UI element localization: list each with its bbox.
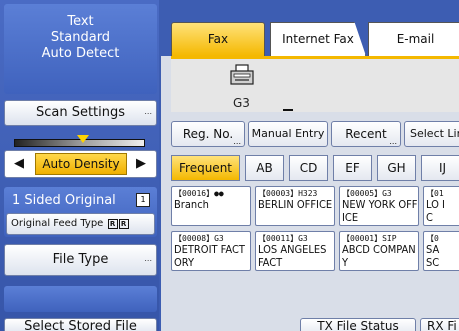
destination-name: LOS ANGELES FACT <box>258 243 327 269</box>
feed-type-label: Original Feed Type <box>11 218 104 229</box>
tx-file-status-button[interactable]: TX File Status <box>300 318 416 331</box>
feed-orientation-icon: R <box>118 219 129 229</box>
density-indicator-icon <box>77 135 89 143</box>
scan-mode-line: Text <box>67 14 94 29</box>
fax-status-display <box>171 56 459 112</box>
more-icon: ... <box>144 254 152 263</box>
select-line-button[interactable]: Select Lin <box>404 121 459 147</box>
reg-no-button[interactable]: Reg. No.... <box>171 121 245 147</box>
manual-entry-button[interactable]: Manual Entry <box>248 121 328 147</box>
original-settings-block: 1 Sided Original 1 Original Feed Type RR <box>4 187 157 237</box>
more-icon: ... <box>144 107 152 116</box>
density-control: ◀ Auto Density ▶ <box>4 150 157 178</box>
destination-key[interactable]: 【01 LO IC <box>423 186 459 226</box>
title-tab-ij[interactable]: IJ <box>421 155 459 181</box>
density-lighter-button[interactable]: ◀ <box>9 154 29 174</box>
destination-name: DETROIT FACTORY <box>174 243 245 269</box>
scan-mode-line: Auto Detect <box>41 46 120 61</box>
input-cursor <box>283 109 293 111</box>
line-mode-label: G3 <box>233 96 250 110</box>
select-stored-file-button[interactable]: Select Stored File <box>4 318 157 331</box>
tx-file-status-label: TX File Status <box>317 319 399 331</box>
destination-name: SA SC <box>426 243 440 269</box>
manual-entry-label: Manual Entry <box>251 127 325 140</box>
file-type-label: File Type <box>52 252 109 267</box>
recent-button[interactable]: Recent... <box>331 121 401 147</box>
destination-key[interactable]: 【00001】SIP ABCD COMPANY <box>339 231 419 271</box>
original-feed-type-button[interactable]: Original Feed Type RR <box>6 213 155 235</box>
more-icon: ... <box>233 137 241 146</box>
scan-settings-label: Scan Settings <box>35 105 126 120</box>
select-line-label: Select Lin <box>410 127 459 140</box>
destination-key[interactable]: 【00011】G3 LOS ANGELES FACT <box>255 231 335 271</box>
destination-key[interactable]: 【00008】G3 DETROIT FACTORY <box>171 231 251 271</box>
destination-name: ABCD COMPANY <box>342 243 416 269</box>
title-tab-frequent[interactable]: Frequent <box>171 155 240 181</box>
reg-no-label: Reg. No. <box>182 127 234 141</box>
scan-mode-line: Standard <box>50 30 111 45</box>
density-darker-button[interactable]: ▶ <box>131 154 151 174</box>
tab-internet-fax[interactable]: Internet Fax <box>270 22 366 56</box>
scan-settings-button[interactable]: Scan Settings ... <box>4 100 157 126</box>
top-strip <box>161 0 459 20</box>
auto-density-button[interactable]: Auto Density <box>35 153 127 175</box>
feed-orientation-icon: R <box>107 219 118 229</box>
destination-key[interactable]: 【0 SA SC <box>423 231 459 271</box>
destination-key[interactable]: 【00016】●● Branch <box>171 186 251 226</box>
title-tab-cd[interactable]: CD <box>289 155 328 181</box>
tab-email[interactable]: E-mail <box>368 22 459 56</box>
blank-area <box>4 286 157 312</box>
title-tab-ef[interactable]: EF <box>333 155 372 181</box>
destination-key[interactable]: 【00003】H323 BERLIN OFFICE <box>255 186 335 226</box>
tab-fax[interactable]: Fax <box>171 22 265 56</box>
recent-label: Recent <box>345 127 387 141</box>
destination-name: NEW YORK OFFICE <box>342 198 418 224</box>
destination-name: Branch <box>174 198 209 211</box>
destination-name: LO IC <box>426 198 445 224</box>
file-type-button[interactable]: File Type ... <box>4 244 157 276</box>
title-tab-ab[interactable]: AB <box>245 155 284 181</box>
fax-machine-icon <box>230 64 254 85</box>
scan-mode-display: Text Standard Auto Detect <box>4 4 157 94</box>
destination-key[interactable]: 【00005】G3 NEW YORK OFFICE <box>339 186 419 226</box>
group-icon: ●● <box>214 189 224 198</box>
sided-original-label[interactable]: 1 Sided Original <box>12 193 116 208</box>
destination-name: BERLIN OFFICE <box>258 198 333 211</box>
rx-file-status-label: RX Fi <box>427 319 457 331</box>
select-stored-file-label: Select Stored File <box>24 319 137 331</box>
more-icon: ... <box>389 137 397 146</box>
title-tab-gh[interactable]: GH <box>377 155 416 181</box>
one-sided-icon: 1 <box>136 193 150 207</box>
blank-area <box>171 276 459 302</box>
rx-file-status-button[interactable]: RX Fi <box>420 318 459 331</box>
